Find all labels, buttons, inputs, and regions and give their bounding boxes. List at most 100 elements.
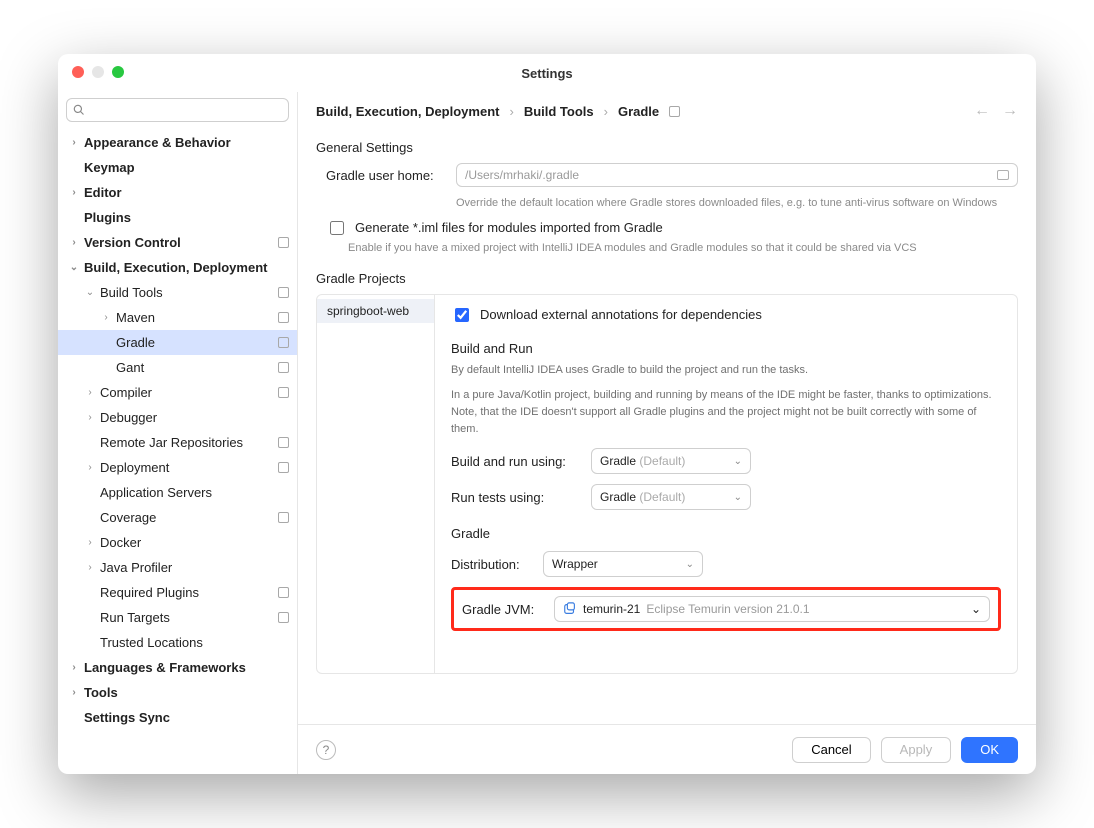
chevron-icon: › [68,137,80,148]
gradle-jvm-label: Gradle JVM: [462,602,542,617]
gradle-user-home-label: Gradle user home: [316,168,442,183]
dialog-footer: ? Cancel Apply OK [298,724,1036,774]
maximize-icon[interactable] [112,66,124,78]
sidebar-item-deployment[interactable]: ›Deployment [58,455,297,480]
project-list[interactable]: springboot-web [317,295,435,673]
run-tests-value: Gradle [600,490,636,504]
apply-button[interactable]: Apply [881,737,952,763]
breadcrumb-2[interactable]: Gradle [618,104,659,119]
chevron-icon: › [84,412,96,423]
search-field[interactable] [89,102,282,118]
sidebar-item-gant[interactable]: Gant [58,355,297,380]
run-tests-suffix: (Default) [639,490,685,504]
scope-icon [669,106,680,117]
sidebar-item-label: Version Control [84,235,278,250]
chevron-down-icon: ⌄ [734,456,742,467]
settings-window: Settings › Appearance & Behavior Keymap›Ed… [58,54,1036,774]
folder-icon[interactable] [997,170,1009,180]
distribution-select[interactable]: Wrapper ⌄ [543,551,703,577]
sidebar-item-label: Application Servers [100,485,289,500]
close-icon[interactable] [72,66,84,78]
sidebar-item-remote-jar-repositories[interactable]: Remote Jar Repositories [58,430,297,455]
breadcrumb-0[interactable]: Build, Execution, Deployment [316,104,499,119]
help-icon[interactable]: ? [316,740,336,760]
sidebar-item-docker[interactable]: ›Docker [58,530,297,555]
sidebar-item-label: Trusted Locations [100,635,289,650]
scope-icon [278,512,289,523]
build-using-select[interactable]: Gradle (Default) ⌄ [591,448,751,474]
sidebar-item-debugger[interactable]: ›Debugger [58,405,297,430]
run-tests-label: Run tests using: [451,490,579,505]
chevron-icon: › [68,662,80,673]
gradle-jvm-select[interactable]: temurin-21 Eclipse Temurin version 21.0.… [554,596,990,622]
scope-icon [278,362,289,373]
chevron-down-icon: ⌄ [971,602,981,616]
sidebar-item-label: Settings Sync [84,710,289,725]
sidebar-item-label: Remote Jar Repositories [100,435,278,450]
chevron-icon: ⌄ [68,262,80,273]
gradle-user-home-value: /Users/mrhaki/.gradle [465,168,579,182]
sidebar-item-coverage[interactable]: Coverage [58,505,297,530]
scope-icon [278,312,289,323]
sidebar-item-run-targets[interactable]: Run Targets [58,605,297,630]
sidebar-item-label: Gant [116,360,278,375]
window-title: Settings [521,66,572,81]
sidebar-item-trusted-locations[interactable]: Trusted Locations [58,630,297,655]
settings-sidebar: › Appearance & Behavior Keymap›EditorPlugi… [58,92,298,774]
sidebar-item-label: Appearance & Behavior [84,135,289,150]
run-tests-select[interactable]: Gradle (Default) ⌄ [591,484,751,510]
jdk-icon [563,602,577,616]
build-using-label: Build and run using: [451,454,579,469]
sidebar-item-label: Deployment [100,460,278,475]
sidebar-item-java-profiler[interactable]: ›Java Profiler [58,555,297,580]
generate-iml-checkbox[interactable] [330,221,344,235]
minimize-icon[interactable] [92,66,104,78]
sidebar-item-appearance-behavior[interactable]: › Appearance & Behavior [58,130,297,155]
forward-icon[interactable]: → [1002,102,1018,120]
sidebar-item-required-plugins[interactable]: Required Plugins [58,580,297,605]
sidebar-item-gradle[interactable]: Gradle [58,330,297,355]
ok-button[interactable]: OK [961,737,1018,763]
sidebar-item-compiler[interactable]: › Compiler [58,380,297,405]
project-item[interactable]: springboot-web [317,299,434,323]
sidebar-item-plugins[interactable]: Plugins [58,205,297,230]
download-annotations-checkbox[interactable] [455,308,469,322]
sidebar-item-label: Gradle [116,335,278,350]
gradle-section-title: Gradle [451,526,1001,541]
cancel-button[interactable]: Cancel [792,737,870,763]
gradle-projects-title: Gradle Projects [316,271,1018,286]
sidebar-item-settings-sync[interactable]: Settings Sync [58,705,297,730]
sidebar-item-build-tools[interactable]: ⌄ Build Tools [58,280,297,305]
sidebar-item-maven[interactable]: ›Maven [58,305,297,330]
sidebar-item-editor[interactable]: ›Editor [58,180,297,205]
sidebar-item-tools[interactable]: ›Tools [58,680,297,705]
scope-icon [278,462,289,473]
sidebar-item-label: Languages & Frameworks [84,660,289,675]
gradle-user-home-input[interactable]: /Users/mrhaki/.gradle [456,163,1018,187]
sidebar-item-label: Tools [84,685,289,700]
chevron-down-icon: ⌄ [686,559,694,570]
build-using-value: Gradle [600,454,636,468]
sidebar-item-keymap[interactable]: Keymap [58,155,297,180]
breadcrumb-1[interactable]: Build Tools [524,104,594,119]
sidebar-item-label: Build, Execution, Deployment [84,260,289,275]
sidebar-item-label: Compiler [100,385,278,400]
sidebar-item-build-execution-deployment[interactable]: ⌄ Build, Execution, Deployment [58,255,297,280]
scope-icon [278,612,289,623]
scope-icon [278,337,289,348]
sidebar-item-version-control[interactable]: ›Version Control [58,230,297,255]
chevron-icon: ⌄ [84,287,96,298]
chevron-icon: › [68,187,80,198]
sidebar-item-label: Build Tools [100,285,278,300]
search-input[interactable] [66,98,289,122]
back-icon[interactable]: ← [974,102,990,120]
general-settings-title: General Settings [316,140,1018,155]
sidebar-item-label: Java Profiler [100,560,289,575]
sidebar-item-languages-frameworks[interactable]: › Languages & Frameworks [58,655,297,680]
chevron-icon: › [84,387,96,398]
window-controls [72,66,124,78]
sidebar-item-application-servers[interactable]: Application Servers [58,480,297,505]
gradle-jvm-value: temurin-21 [583,602,640,616]
settings-tree[interactable]: › Appearance & Behavior Keymap›EditorPlugi… [58,126,297,774]
build-run-title: Build and Run [451,341,1001,356]
